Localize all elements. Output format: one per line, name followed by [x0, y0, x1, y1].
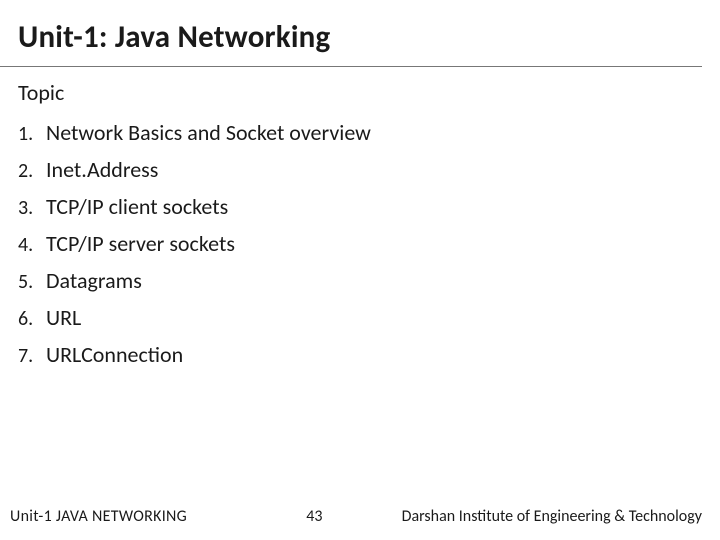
- footer-page-number: 43: [187, 507, 402, 526]
- list-item: 7.URLConnection: [18, 336, 720, 373]
- list-text: URLConnection: [46, 341, 183, 368]
- list-number: 1.: [18, 122, 46, 146]
- slide-title: Unit-1: Java Networking: [0, 0, 702, 67]
- list-number: 5.: [18, 270, 46, 294]
- list-text: TCP/IP server sockets: [46, 230, 235, 257]
- slide-footer: Unit-1 JAVA NETWORKING 43 Darshan Instit…: [0, 507, 720, 526]
- footer-left: Unit-1 JAVA NETWORKING: [10, 507, 187, 526]
- list-item: 4.TCP/IP server sockets: [18, 225, 720, 262]
- list-text: Network Basics and Socket overview: [46, 119, 371, 146]
- list-number: 6.: [18, 307, 46, 331]
- list-number: 4.: [18, 233, 46, 257]
- list-item: 1.Network Basics and Socket overview: [18, 114, 720, 151]
- list-text: Inet.Address: [46, 156, 158, 183]
- list-item: 2.Inet.Address: [18, 151, 720, 188]
- list-text: Datagrams: [46, 267, 142, 294]
- list-item: 6.URL: [18, 299, 720, 336]
- footer-right: Darshan Institute of Engineering & Techn…: [402, 507, 702, 526]
- list-item: 5.Datagrams: [18, 262, 720, 299]
- list-number: 2.: [18, 159, 46, 183]
- list-item: 3.TCP/IP client sockets: [18, 188, 720, 225]
- list-text: URL: [46, 304, 81, 331]
- list-text: TCP/IP client sockets: [46, 193, 228, 220]
- topic-heading: Topic: [0, 67, 720, 114]
- list-number: 7.: [18, 344, 46, 368]
- list-number: 3.: [18, 196, 46, 220]
- topic-list: 1.Network Basics and Socket overview 2.I…: [0, 114, 720, 373]
